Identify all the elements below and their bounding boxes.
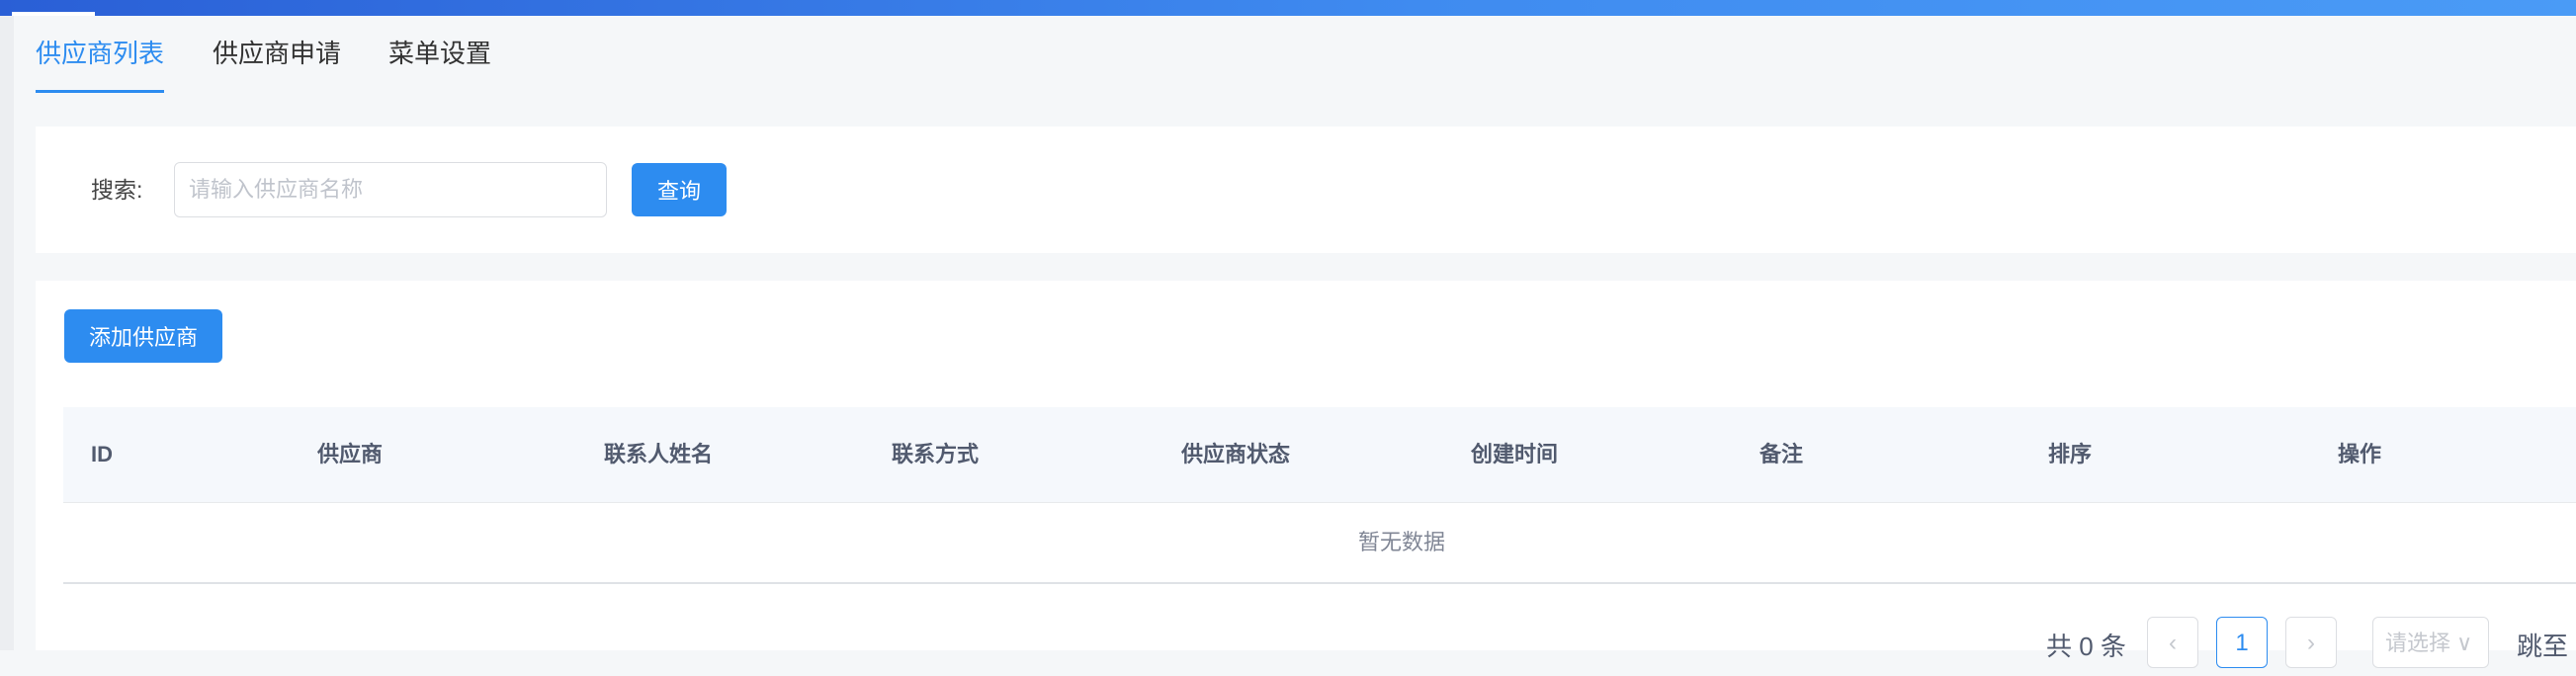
column-header-remark: 备注: [1760, 442, 1804, 466]
top-header-bar: [0, 0, 2576, 16]
column-header-contact-method: 联系方式: [892, 442, 980, 466]
chevron-right-icon: ›: [2307, 630, 2315, 656]
column-header-contact-name: 联系人姓名: [604, 442, 714, 466]
search-label: 搜索:: [91, 177, 143, 203]
table-header: ID 供应商 联系人姓名 联系方式 供应商状态 创建时间 备注 排序 操作: [63, 407, 2576, 503]
supplier-table: ID 供应商 联系人姓名 联系方式 供应商状态 创建时间 备注 排序 操作 暂无…: [63, 407, 2576, 584]
tab-supplier-list[interactable]: 供应商列表: [36, 16, 165, 93]
page-size-select[interactable]: 请选择 ∨: [2372, 617, 2489, 668]
prev-page-button[interactable]: ‹: [2147, 617, 2198, 668]
search-panel: 搜索: 查询: [36, 127, 2576, 253]
pagination: 共 0 条 ‹ 1 › 请选择 ∨ 跳至: [36, 617, 2576, 676]
add-supplier-button[interactable]: 添加供应商: [64, 309, 222, 363]
tab-menu-settings[interactable]: 菜单设置: [388, 16, 491, 93]
chevron-left-icon: ‹: [2169, 630, 2177, 656]
query-button[interactable]: 查询: [632, 163, 727, 216]
pagination-total: 共 0 条: [2046, 632, 2126, 661]
jump-to-label: 跳至: [2517, 632, 2569, 661]
column-header-id: ID: [91, 442, 113, 466]
column-header-actions: 操作: [2338, 442, 2382, 466]
empty-state-text: 暂无数据: [1358, 530, 1446, 554]
page-number-button[interactable]: 1: [2216, 617, 2268, 668]
column-header-created-time: 创建时间: [1471, 442, 1559, 466]
column-header-supplier-status: 供应商状态: [1181, 442, 1291, 466]
tab-supplier-application[interactable]: 供应商申请: [213, 16, 341, 93]
supplier-list-panel: 添加供应商 ID 供应商 联系人姓名 联系方式 供应商状态 创建时间 备注 排序…: [36, 281, 2576, 668]
sidebar-edge: [0, 16, 14, 650]
next-page-button[interactable]: ›: [2285, 617, 2337, 668]
column-header-sort: 排序: [2048, 442, 2093, 466]
column-header-supplier: 供应商: [317, 442, 384, 466]
search-input[interactable]: [174, 162, 607, 217]
table-body: 暂无数据: [63, 503, 2576, 584]
